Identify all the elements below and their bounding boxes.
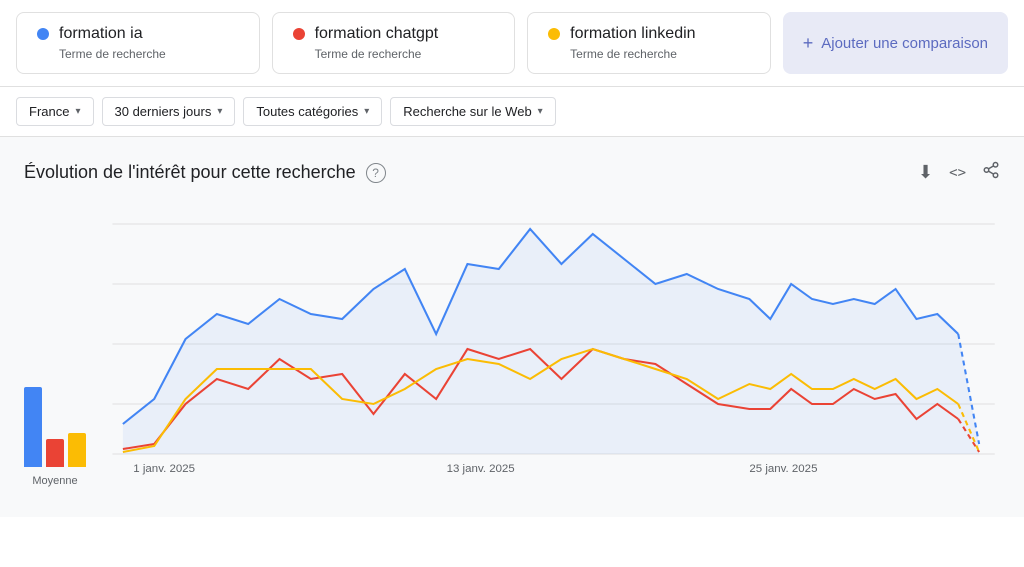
- section-title: Évolution de l'intérêt pour cette recher…: [24, 162, 356, 183]
- embed-icon[interactable]: <>: [949, 165, 966, 181]
- legend-label: Moyenne: [32, 475, 77, 487]
- help-icon[interactable]: ?: [366, 163, 386, 183]
- term-sub-3: Terme de recherche: [570, 47, 750, 61]
- bar-yellow: [68, 433, 86, 467]
- section-header: Évolution de l'intérêt pour cette recher…: [24, 161, 1000, 184]
- dot-yellow-icon: [548, 28, 560, 40]
- main-content: Évolution de l'intérêt pour cette recher…: [0, 137, 1024, 517]
- add-comparison-button[interactable]: + Ajouter une comparaison: [783, 12, 1008, 74]
- term-sub-1: Terme de recherche: [59, 47, 239, 61]
- download-icon[interactable]: ⬇: [918, 162, 933, 183]
- section-title-group: Évolution de l'intérêt pour cette recher…: [24, 162, 386, 183]
- chevron-down-icon: ▾: [538, 106, 543, 117]
- term-name-3: formation linkedin: [570, 25, 695, 43]
- chevron-down-icon: ▾: [217, 106, 222, 117]
- line-chart-svg: 100 75 50 25 1 janv. 2025 13 janv. 2025 …: [102, 204, 1000, 484]
- filter-country[interactable]: France ▾: [16, 97, 94, 126]
- bar-blue: [24, 387, 42, 467]
- legend-bars: Moyenne: [24, 387, 86, 487]
- line-chart-wrapper: 100 75 50 25 1 janv. 2025 13 janv. 2025 …: [102, 204, 1000, 487]
- dot-red-icon: [293, 28, 305, 40]
- svg-text:13 janv. 2025: 13 janv. 2025: [447, 463, 515, 475]
- filters-bar: France ▾ 30 derniers jours ▾ Toutes caté…: [0, 87, 1024, 137]
- search-term-card-1: formation ia Terme de recherche: [16, 12, 260, 74]
- plus-icon: +: [803, 33, 814, 54]
- filter-period[interactable]: 30 derniers jours ▾: [102, 97, 236, 126]
- chevron-down-icon: ▾: [364, 106, 369, 117]
- bars-group: [24, 387, 86, 467]
- bar-red: [46, 439, 64, 467]
- svg-text:1 janv. 2025: 1 janv. 2025: [133, 463, 195, 475]
- dot-blue-icon: [37, 28, 49, 40]
- filter-source[interactable]: Recherche sur le Web ▾: [390, 97, 555, 126]
- term-name-2: formation chatgpt: [315, 25, 439, 43]
- filter-category[interactable]: Toutes catégories ▾: [243, 97, 382, 126]
- term-sub-2: Terme de recherche: [315, 47, 495, 61]
- chevron-down-icon: ▾: [75, 106, 80, 117]
- add-comparison-label: Ajouter une comparaison: [821, 35, 988, 52]
- svg-text:25 janv. 2025: 25 janv. 2025: [749, 463, 817, 475]
- share-icon[interactable]: [982, 161, 1000, 184]
- search-term-card-2: formation chatgpt Terme de recherche: [272, 12, 516, 74]
- chart-container: Moyenne 100 75 50 25 1 janv. 2025 13 jan…: [24, 204, 1000, 487]
- section-actions: ⬇ <>: [918, 161, 1000, 184]
- term-name-1: formation ia: [59, 25, 143, 43]
- search-terms-bar: formation ia Terme de recherche formatio…: [0, 0, 1024, 87]
- search-term-card-3: formation linkedin Terme de recherche: [527, 12, 771, 74]
